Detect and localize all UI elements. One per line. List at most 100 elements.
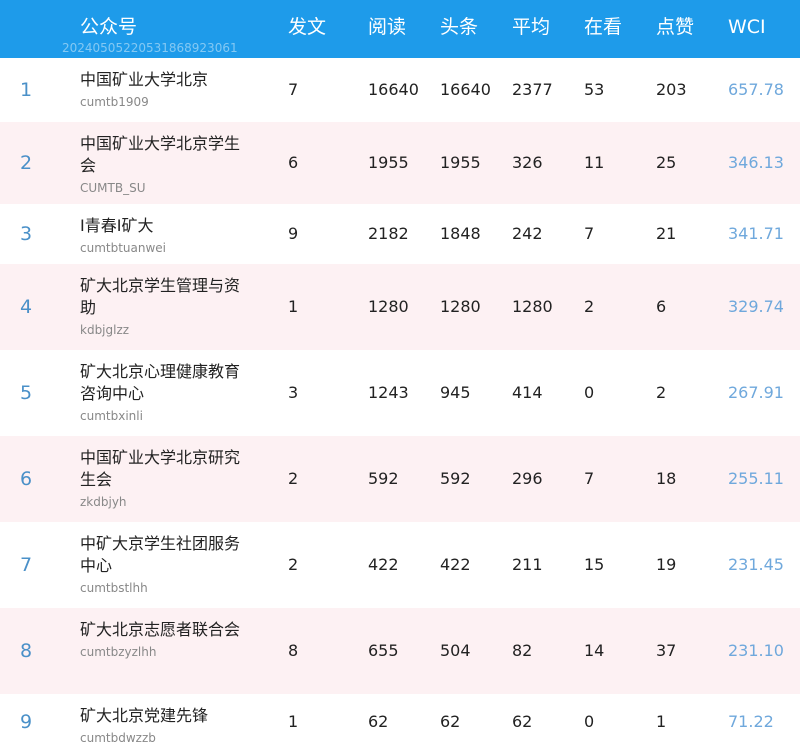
table-row[interactable]: 2 中国矿业大学北京学生会 CUMTB_SU 6 1955 1955 326 11 25 346.…	[0, 122, 800, 204]
table-row[interactable]: 6 中国矿业大学北京研究生会 zkdbjyh 2 592 592 296 7 18 255.11	[0, 436, 800, 522]
watching-cell: 15	[584, 555, 605, 574]
account-cell[interactable]: 矿大北京心理健康教育咨询中心 cumtbxinli	[80, 361, 240, 424]
rank-number: 4	[20, 296, 33, 318]
table-row[interactable]: 5 矿大北京心理健康教育咨询中心 cumtbxinli 3 1243 945 414 0 2 26…	[0, 350, 800, 436]
watching-cell: 53	[584, 80, 605, 99]
likes-cell: 21	[656, 224, 677, 243]
account-cell[interactable]: 矿大北京志愿者联合会 cumtbzyzlhh	[80, 619, 240, 660]
headline-cell: 1280	[440, 297, 481, 316]
likes-cell: 203	[656, 80, 687, 99]
account-cell[interactable]: 中矿大京学生社团服务中心 cumtbstlhh	[80, 533, 240, 596]
account-id: cumtbzyzlhh	[80, 645, 157, 659]
watching-cell: 2	[584, 297, 595, 316]
col-header-average[interactable]: 平均	[512, 14, 550, 40]
likes-cell: 25	[656, 153, 677, 172]
wci-cell: 231.45	[728, 555, 784, 574]
posts-cell: 9	[288, 224, 299, 243]
likes-cell: 18	[656, 469, 677, 488]
watching-cell: 7	[584, 469, 595, 488]
headline-cell: 1848	[440, 224, 481, 243]
rank-number: 9	[20, 711, 33, 733]
col-header-likes[interactable]: 点赞	[656, 14, 694, 40]
likes-cell: 2	[656, 383, 667, 402]
account-name[interactable]: I青春I矿大	[80, 216, 153, 235]
col-header-posts[interactable]: 发文	[288, 14, 326, 40]
table-header: 公众号 发文 阅读 头条 平均 在看 点赞 WCI 20240505220531…	[0, 0, 800, 58]
headline-cell: 504	[440, 641, 471, 660]
account-name[interactable]: 中国矿业大学北京	[80, 70, 208, 89]
col-header-wci[interactable]: WCI	[728, 14, 766, 40]
wci-cell: 329.74	[728, 297, 784, 316]
reads-cell: 422	[368, 555, 399, 574]
table-row[interactable]: 3 I青春I矿大 cumtbtuanwei 9 2182 1848 242 7 21 341.71	[0, 204, 800, 264]
average-cell: 62	[512, 712, 533, 731]
likes-cell: 6	[656, 297, 667, 316]
account-cell[interactable]: 中国矿业大学北京 cumtb1909	[80, 69, 240, 110]
account-name[interactable]: 中国矿业大学北京研究生会	[80, 448, 240, 489]
account-name[interactable]: 矿大北京学生管理与资助	[80, 276, 240, 317]
posts-cell: 1	[288, 712, 299, 731]
table-row[interactable]: 7 中矿大京学生社团服务中心 cumtbstlhh 2 422 422 211 15 19 231…	[0, 522, 800, 608]
wci-cell: 341.71	[728, 224, 784, 243]
col-header-watching[interactable]: 在看	[584, 14, 622, 40]
watching-cell: 11	[584, 153, 605, 172]
reads-cell: 592	[368, 469, 399, 488]
reads-cell: 1280	[368, 297, 409, 316]
headline-cell: 945	[440, 383, 471, 402]
rank-number: 8	[20, 640, 33, 662]
col-header-headline[interactable]: 头条	[440, 14, 478, 40]
account-cell[interactable]: 中国矿业大学北京研究生会 zkdbjyh	[80, 447, 240, 510]
rank-number: 5	[20, 382, 33, 404]
rank-number: 1	[20, 79, 33, 101]
reads-cell: 62	[368, 712, 389, 731]
rank-number: 2	[20, 152, 33, 174]
watching-cell: 0	[584, 383, 595, 402]
rank-number: 3	[20, 223, 33, 245]
reads-cell: 655	[368, 641, 399, 660]
account-name[interactable]: 中矿大京学生社团服务中心	[80, 534, 240, 575]
table-body: 1 中国矿业大学北京 cumtb1909 7 16640 16640 2377 53 203 65…	[0, 58, 800, 749]
wci-cell: 71.22	[728, 712, 774, 731]
likes-cell: 19	[656, 555, 677, 574]
account-cell[interactable]: 矿大北京学生管理与资助 kdbjglzz	[80, 275, 240, 338]
account-name[interactable]: 中国矿业大学北京学生会	[80, 134, 240, 175]
account-cell[interactable]: I青春I矿大 cumtbtuanwei	[80, 215, 240, 256]
account-id: cumtb1909	[80, 95, 149, 109]
reads-cell: 1955	[368, 153, 409, 172]
posts-cell: 8	[288, 641, 299, 660]
wci-cell: 255.11	[728, 469, 784, 488]
headline-cell: 1955	[440, 153, 481, 172]
average-cell: 414	[512, 383, 543, 402]
table-row[interactable]: 8 矿大北京志愿者联合会 cumtbzyzlhh 8 655 504 82 14 37 231.1…	[0, 608, 800, 694]
col-header-reads[interactable]: 阅读	[368, 14, 406, 40]
reads-cell: 1243	[368, 383, 409, 402]
table-row[interactable]: 4 矿大北京学生管理与资助 kdbjglzz 1 1280 1280 1280 2 6 329.7…	[0, 264, 800, 350]
likes-cell: 1	[656, 712, 667, 731]
account-name[interactable]: 矿大北京党建先锋	[80, 706, 208, 725]
headline-cell: 592	[440, 469, 471, 488]
watching-cell: 14	[584, 641, 605, 660]
account-cell[interactable]: 中国矿业大学北京学生会 CUMTB_SU	[80, 133, 240, 196]
headline-cell: 16640	[440, 80, 491, 99]
account-id: cumtbdwzzb	[80, 731, 156, 745]
average-cell: 242	[512, 224, 543, 243]
average-cell: 296	[512, 469, 543, 488]
table-row[interactable]: 1 中国矿业大学北京 cumtb1909 7 16640 16640 2377 53 203 65…	[0, 58, 800, 122]
posts-cell: 2	[288, 555, 299, 574]
wci-cell: 231.10	[728, 641, 784, 660]
posts-cell: 6	[288, 153, 299, 172]
watching-cell: 7	[584, 224, 595, 243]
ranking-table: 公众号 发文 阅读 头条 平均 在看 点赞 WCI 20240505220531…	[0, 0, 800, 751]
watching-cell: 0	[584, 712, 595, 731]
average-cell: 2377	[512, 80, 553, 99]
account-name[interactable]: 矿大北京志愿者联合会	[80, 620, 240, 639]
account-id: zkdbjyh	[80, 495, 127, 509]
account-name[interactable]: 矿大北京心理健康教育咨询中心	[80, 362, 240, 403]
posts-cell: 1	[288, 297, 299, 316]
average-cell: 211	[512, 555, 543, 574]
table-row[interactable]: 9 矿大北京党建先锋 cumtbdwzzb 1 62 62 62 0 1 71.22	[0, 694, 800, 749]
account-id: cumtbxinli	[80, 409, 143, 423]
account-cell[interactable]: 矿大北京党建先锋 cumtbdwzzb	[80, 705, 240, 746]
col-header-account[interactable]: 公众号	[80, 14, 137, 40]
wci-cell: 267.91	[728, 383, 784, 402]
